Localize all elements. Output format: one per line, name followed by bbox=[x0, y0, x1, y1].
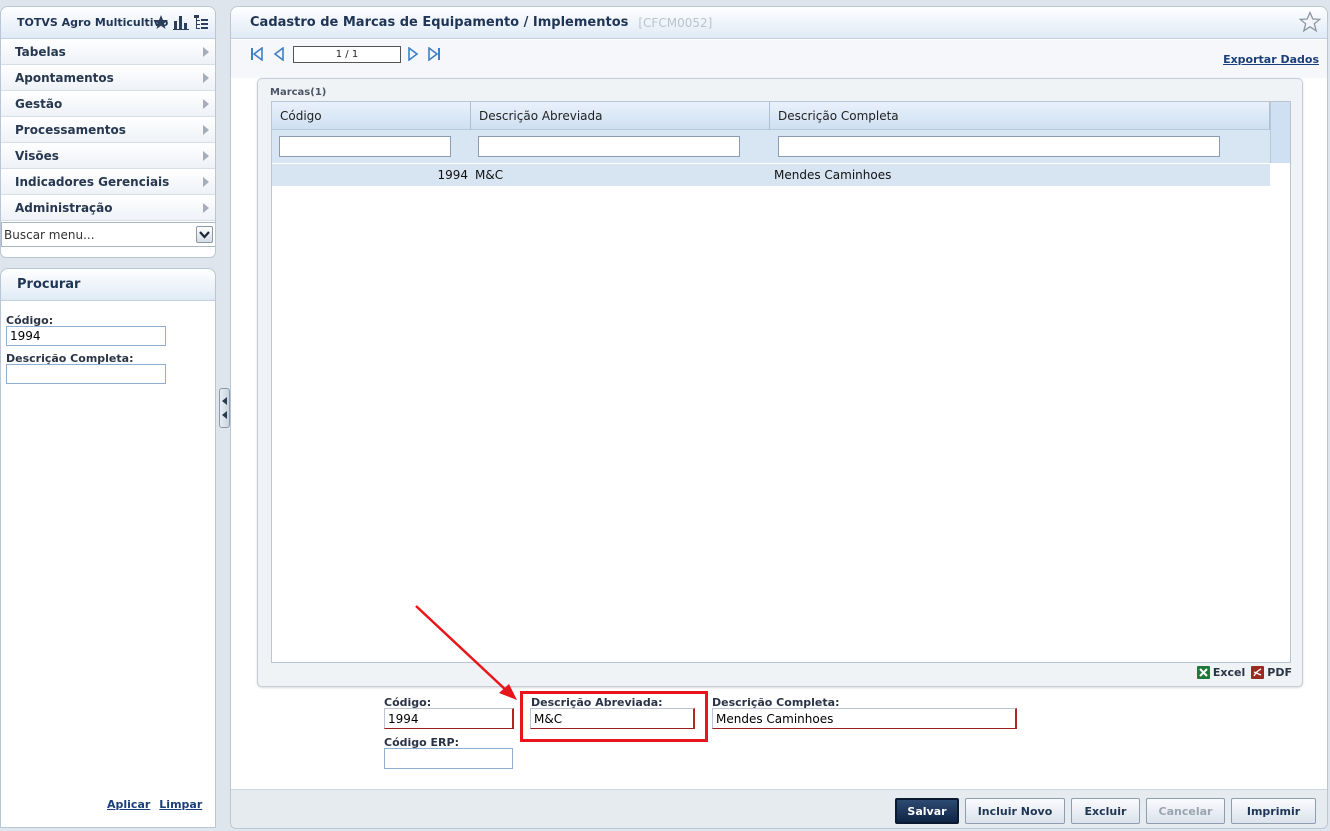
first-page-icon[interactable] bbox=[250, 46, 264, 64]
filter-abreviada-input[interactable] bbox=[478, 136, 740, 157]
chevron-right-icon bbox=[203, 177, 209, 187]
column-header-completa[interactable]: Descrição Completa bbox=[770, 102, 1270, 130]
print-button[interactable]: Imprimir bbox=[1231, 798, 1316, 824]
menu-item-label: Indicadores Gerenciais bbox=[15, 174, 170, 189]
form-codigo-input[interactable] bbox=[384, 708, 514, 729]
last-page-icon[interactable] bbox=[427, 46, 441, 64]
previous-page-icon[interactable] bbox=[273, 46, 285, 64]
next-page-icon[interactable] bbox=[407, 46, 419, 64]
menu-search-dropdown-button[interactable] bbox=[196, 226, 213, 243]
menu-item-processamentos[interactable]: Processamentos bbox=[1, 117, 215, 143]
cell-completa: Mendes Caminhoes bbox=[774, 168, 892, 182]
page-code: [CFCM0052] bbox=[638, 15, 713, 30]
menu-item-indicadores[interactable]: Indicadores Gerenciais bbox=[1, 169, 215, 195]
cancel-button[interactable]: Cancelar bbox=[1146, 798, 1225, 824]
collapse-panel-handle[interactable] bbox=[219, 388, 230, 428]
menu-item-label: Administração bbox=[15, 200, 113, 215]
menu-item-visoes[interactable]: Visões bbox=[1, 143, 215, 169]
chevron-right-icon bbox=[203, 73, 209, 83]
menu-search-box bbox=[1, 222, 215, 247]
main-panel: Cadastro de Marcas de Equipamento / Impl… bbox=[230, 6, 1328, 829]
collapse-left-icon bbox=[222, 397, 227, 405]
pdf-icon bbox=[1251, 666, 1265, 679]
export-excel-label: Excel bbox=[1212, 666, 1246, 679]
chevron-down-icon bbox=[199, 230, 210, 239]
search-panel: Procurar Código: Descrição Completa: Apl… bbox=[0, 268, 216, 828]
save-button[interactable]: Salvar bbox=[895, 798, 959, 824]
menu-search-input[interactable] bbox=[2, 223, 192, 246]
action-bar: Salvar Incluir Novo Excluir Cancelar Imp… bbox=[231, 789, 1327, 828]
search-panel-title: Procurar bbox=[1, 269, 215, 301]
menu-item-label: Apontamentos bbox=[15, 70, 114, 85]
delete-button[interactable]: Excluir bbox=[1071, 798, 1140, 824]
export-pdf-button[interactable]: PDF bbox=[1251, 666, 1292, 679]
menu-item-label: Gestão bbox=[15, 96, 63, 111]
filter-codigo-input[interactable] bbox=[279, 136, 451, 157]
main-menu-panel: TOTVS Agro Multicultivo Tabelas Apontame… bbox=[0, 6, 216, 258]
favorites-star-icon[interactable] bbox=[153, 14, 169, 30]
cell-abreviada: M&C bbox=[475, 168, 504, 182]
menu-item-label: Tabelas bbox=[15, 44, 66, 59]
clear-link[interactable]: Limpar bbox=[159, 798, 202, 811]
menu-item-gestao[interactable]: Gestão bbox=[1, 91, 215, 117]
export-data-link[interactable]: Exportar Dados bbox=[1223, 53, 1319, 66]
grid-container: Marcas(1) Código Descrição Abreviada Des… bbox=[257, 78, 1303, 687]
menu-item-label: Processamentos bbox=[15, 122, 126, 137]
export-excel-button[interactable]: Excel bbox=[1196, 666, 1246, 679]
menu-item-label: Visões bbox=[15, 148, 59, 163]
apply-link[interactable]: Aplicar bbox=[107, 798, 150, 811]
add-new-button[interactable]: Incluir Novo bbox=[965, 798, 1065, 824]
collapse-left-icon bbox=[222, 411, 227, 419]
grid-caption: Marcas(1) bbox=[270, 87, 327, 98]
chevron-right-icon bbox=[203, 203, 209, 213]
filter-completa-input[interactable] bbox=[778, 136, 1220, 157]
data-grid: Código Descrição Abreviada Descrição Com… bbox=[271, 101, 1291, 663]
chevron-right-icon bbox=[203, 125, 209, 135]
column-header-codigo[interactable]: Código bbox=[272, 102, 471, 130]
search-codigo-input[interactable] bbox=[6, 326, 166, 346]
grid-header: Código Descrição Abreviada Descrição Com… bbox=[272, 102, 1270, 130]
table-row[interactable]: 1994 M&C Mendes Caminhoes bbox=[272, 164, 1270, 186]
pager-toolbar: 1 / 1 Exportar Dados bbox=[231, 40, 1327, 78]
page-header: Cadastro de Marcas de Equipamento / Impl… bbox=[231, 7, 1327, 39]
chevron-right-icon bbox=[203, 99, 209, 109]
favorite-star-icon[interactable] bbox=[1298, 10, 1322, 36]
bar-chart-icon[interactable] bbox=[173, 14, 189, 30]
grid-filter-row bbox=[272, 130, 1270, 163]
search-descricao-input[interactable] bbox=[6, 364, 166, 384]
page-title: Cadastro de Marcas de Equipamento / Impl… bbox=[250, 15, 629, 30]
grid-export-links: Excel PDF bbox=[1196, 666, 1292, 679]
page-indicator[interactable]: 1 / 1 bbox=[293, 46, 401, 63]
form-completa-input[interactable] bbox=[712, 708, 1017, 729]
column-header-abreviada[interactable]: Descrição Abreviada bbox=[471, 102, 770, 130]
menu-header: TOTVS Agro Multicultivo bbox=[1, 7, 215, 39]
menu-item-tabelas[interactable]: Tabelas bbox=[1, 39, 215, 65]
form-erp-input[interactable] bbox=[384, 748, 513, 769]
cell-codigo: 1994 bbox=[437, 168, 468, 182]
grid-header-scroll-spacer bbox=[1270, 102, 1290, 163]
export-pdf-label: PDF bbox=[1267, 666, 1292, 679]
menu-item-administracao[interactable]: Administração bbox=[1, 195, 215, 221]
app-title: TOTVS Agro Multicultivo bbox=[17, 16, 169, 29]
menu-item-apontamentos[interactable]: Apontamentos bbox=[1, 65, 215, 91]
highlight-annotation-box bbox=[520, 691, 708, 742]
chevron-right-icon bbox=[203, 47, 209, 57]
tree-list-icon[interactable] bbox=[193, 14, 209, 30]
excel-icon bbox=[1196, 666, 1210, 679]
chevron-right-icon bbox=[203, 151, 209, 161]
menu-tools bbox=[153, 14, 209, 30]
search-actions: Aplicar Limpar bbox=[107, 798, 202, 811]
